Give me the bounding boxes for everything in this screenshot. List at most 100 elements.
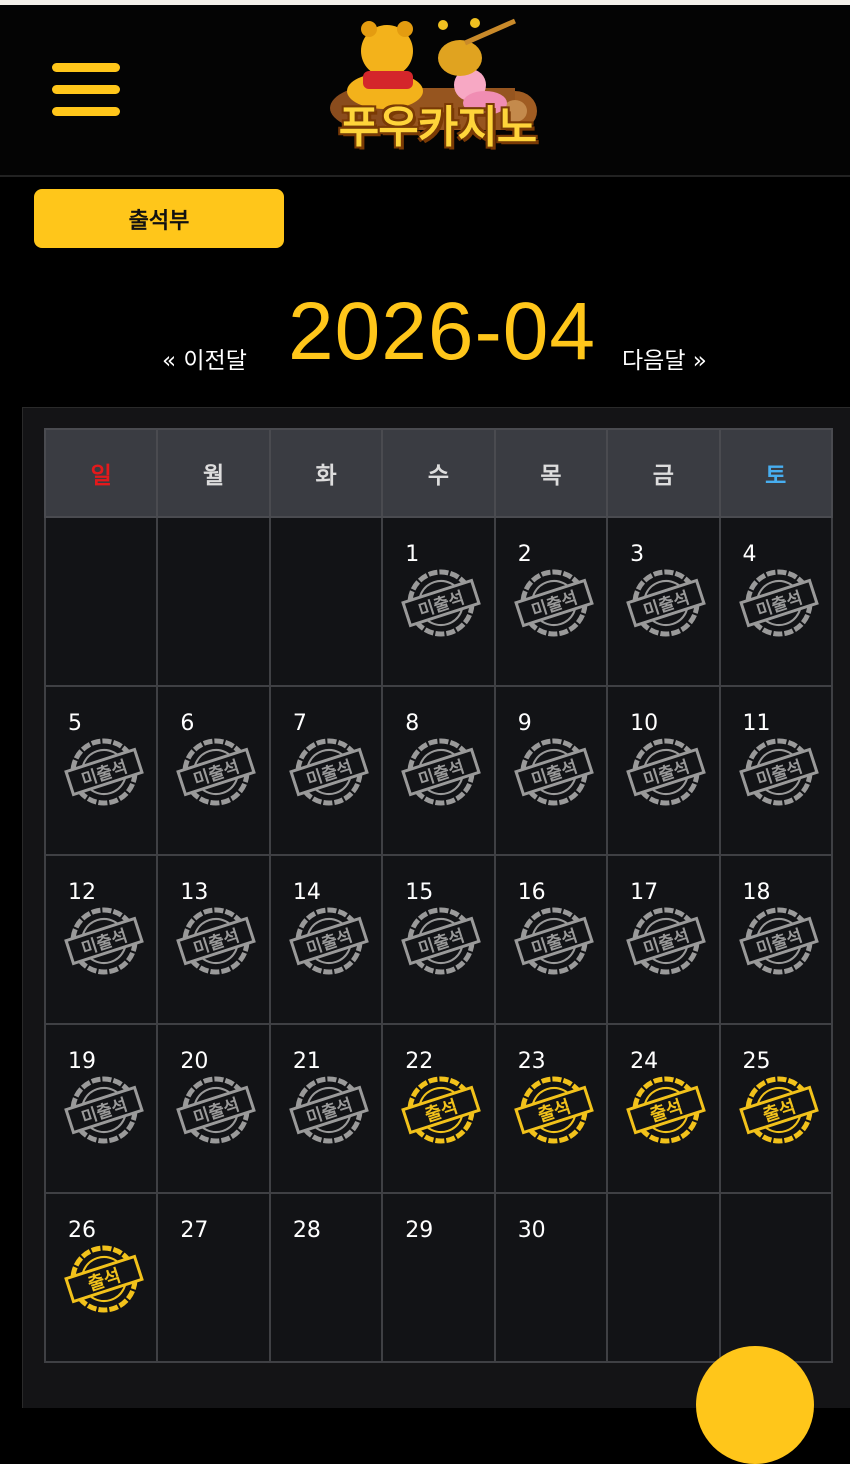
calendar-day-cell[interactable]: 20 미출석 — [156, 1023, 271, 1194]
calendar-week-row: 26 출석 27 28 29 30 — [43, 1192, 834, 1363]
current-month-title: 2026-04 — [288, 286, 596, 377]
absent-stamp-icon: 미출석 — [626, 907, 706, 975]
hamburger-menu-icon[interactable] — [52, 63, 120, 121]
weekday-fri: 금 — [606, 428, 721, 518]
calendar-day-cell[interactable]: 28 — [268, 1192, 384, 1363]
weekday-sat: 토 — [718, 428, 834, 518]
calendar-day-cell[interactable]: 3 미출석 — [606, 516, 721, 687]
prev-month-link[interactable]: « 이전달 — [162, 341, 247, 375]
absent-stamp-icon: 미출석 — [738, 569, 819, 637]
present-stamp-icon: 출석 — [626, 1076, 706, 1144]
day-number: 20 — [180, 1049, 209, 1074]
calendar-day-cell[interactable]: 18 미출석 — [718, 854, 834, 1025]
weekday-mon: 월 — [156, 428, 271, 518]
weekday-sun: 일 — [43, 428, 159, 518]
site-header: 푸우카지노 — [0, 5, 850, 177]
calendar-week-row: 1 미출석 2 미출석 3 미출석 4 미출석 — [43, 516, 834, 687]
calendar-day-cell[interactable]: 25 출석 — [718, 1023, 834, 1194]
calendar-empty-cell — [268, 516, 384, 687]
day-number: 14 — [292, 880, 321, 905]
day-number: 22 — [405, 1049, 434, 1074]
day-number: 4 — [742, 542, 757, 567]
logo-text: 푸우카지노 — [338, 102, 537, 153]
day-number: 19 — [68, 1049, 96, 1074]
day-number: 30 — [517, 1218, 546, 1243]
calendar-day-cell[interactable]: 11 미출석 — [718, 685, 834, 856]
calendar-day-cell[interactable]: 14 미출석 — [268, 854, 384, 1025]
weekday-thu: 목 — [493, 428, 609, 518]
calendar-day-cell[interactable]: 26 출석 — [43, 1192, 159, 1363]
day-number: 7 — [292, 711, 307, 736]
floating-action-button[interactable] — [696, 1346, 814, 1464]
weekday-tue: 화 — [268, 428, 384, 518]
calendar-empty-cell — [718, 1192, 834, 1363]
absent-stamp-icon: 미출석 — [64, 907, 144, 975]
day-number: 15 — [405, 880, 434, 905]
weekday-header-row: 일 월 화 수 목 금 토 — [43, 428, 834, 518]
day-number: 3 — [630, 542, 645, 567]
day-number: 10 — [630, 711, 659, 736]
calendar-day-cell[interactable]: 23 출석 — [493, 1023, 609, 1194]
calendar-day-cell[interactable]: 15 미출석 — [381, 854, 496, 1025]
calendar-day-cell[interactable]: 5 미출석 — [43, 685, 159, 856]
absent-stamp-icon: 미출석 — [64, 1076, 144, 1144]
day-number: 26 — [68, 1218, 96, 1243]
calendar-day-cell[interactable]: 12 미출석 — [43, 854, 159, 1025]
present-stamp-icon: 출석 — [738, 1076, 819, 1144]
tab-attendance[interactable]: 출석부 — [34, 189, 284, 248]
calendar-empty-cell — [606, 1192, 721, 1363]
calendar-day-cell[interactable]: 6 미출석 — [156, 685, 271, 856]
present-stamp-icon: 출석 — [64, 1245, 144, 1313]
calendar-week-row: 12 미출석 13 미출석 14 미출석 15 미출석 16 미출석 17 미출석 18 미출석 — [43, 854, 834, 1025]
absent-stamp-icon: 미출석 — [626, 569, 706, 637]
weekday-wed: 수 — [381, 428, 496, 518]
day-number: 21 — [292, 1049, 321, 1074]
calendar-day-cell[interactable]: 24 출석 — [606, 1023, 721, 1194]
calendar-day-cell[interactable]: 2 미출석 — [493, 516, 609, 687]
day-number: 29 — [405, 1218, 434, 1243]
day-number: 2 — [517, 542, 532, 567]
absent-stamp-icon: 미출석 — [176, 907, 257, 975]
day-number: 12 — [68, 880, 96, 905]
present-stamp-icon: 출석 — [401, 1076, 482, 1144]
present-stamp-icon: 출석 — [513, 1076, 594, 1144]
day-number: 16 — [517, 880, 546, 905]
day-number: 13 — [180, 880, 209, 905]
calendar-day-cell[interactable]: 1 미출석 — [381, 516, 496, 687]
calendar-day-cell[interactable]: 21 미출석 — [268, 1023, 384, 1194]
calendar-day-cell[interactable]: 9 미출석 — [493, 685, 609, 856]
attendance-calendar: 일 월 화 수 목 금 토 1 미출석 2 미출석 3 미출석 4 미출석 5 미출석 6 미출석 7 미… — [43, 428, 834, 1363]
day-number: 18 — [742, 880, 771, 905]
absent-stamp-icon: 미출석 — [513, 569, 594, 637]
calendar-day-cell[interactable]: 29 — [381, 1192, 496, 1363]
day-number: 27 — [180, 1218, 209, 1243]
calendar-day-cell[interactable]: 27 — [156, 1192, 271, 1363]
calendar-day-cell[interactable]: 13 미출석 — [156, 854, 271, 1025]
calendar-day-cell[interactable]: 17 미출석 — [606, 854, 721, 1025]
absent-stamp-icon: 미출석 — [289, 1076, 369, 1144]
day-number: 25 — [742, 1049, 771, 1074]
day-number: 5 — [68, 711, 82, 736]
calendar-day-cell[interactable]: 10 미출석 — [606, 685, 721, 856]
day-number: 9 — [517, 711, 532, 736]
day-number: 23 — [517, 1049, 546, 1074]
calendar-week-row: 19 미출석 20 미출석 21 미출석 22 출석 23 출석 24 출석 25 출석 — [43, 1023, 834, 1194]
calendar-day-cell[interactable]: 19 미출석 — [43, 1023, 159, 1194]
calendar-empty-cell — [156, 516, 271, 687]
calendar-day-cell[interactable]: 22 출석 — [381, 1023, 496, 1194]
absent-stamp-icon: 미출석 — [738, 738, 819, 806]
calendar-day-cell[interactable]: 30 — [493, 1192, 609, 1363]
calendar-day-cell[interactable]: 7 미출석 — [268, 685, 384, 856]
calendar-day-cell[interactable]: 4 미출석 — [718, 516, 834, 687]
absent-stamp-icon: 미출석 — [176, 738, 257, 806]
absent-stamp-icon: 미출석 — [738, 907, 819, 975]
absent-stamp-icon: 미출석 — [513, 907, 594, 975]
site-logo[interactable]: 푸우카지노 — [315, 13, 560, 173]
absent-stamp-icon: 미출석 — [64, 738, 144, 806]
day-number: 11 — [742, 711, 771, 736]
next-month-link[interactable]: 다음달 » — [622, 341, 707, 375]
day-number: 8 — [405, 711, 420, 736]
calendar-day-cell[interactable]: 8 미출석 — [381, 685, 496, 856]
calendar-body: 1 미출석 2 미출석 3 미출석 4 미출석 5 미출석 6 미출석 7 미출석 8 미출석 9 미출석 10 미출… — [43, 516, 834, 1363]
calendar-day-cell[interactable]: 16 미출석 — [493, 854, 609, 1025]
